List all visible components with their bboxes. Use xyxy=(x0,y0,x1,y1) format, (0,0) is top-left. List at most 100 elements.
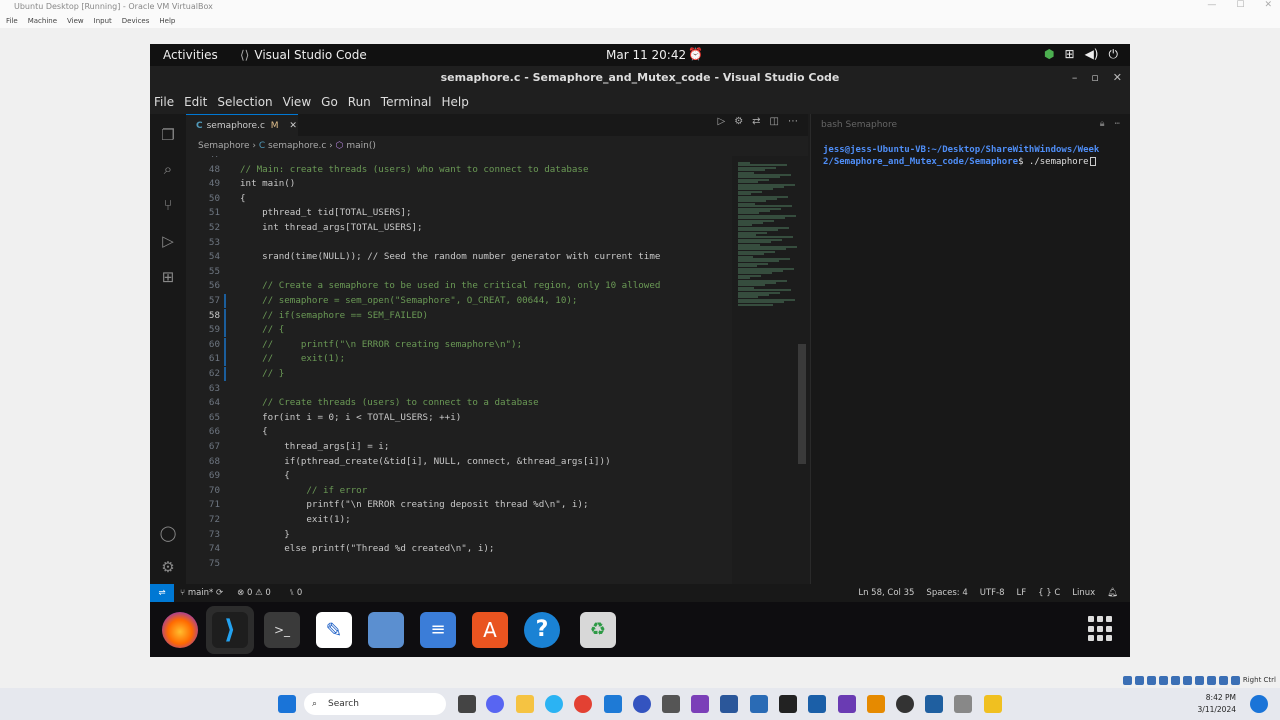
code-line[interactable]: 55 xyxy=(186,265,732,280)
focused-app-label[interactable]: ⟨⟩ Visual Studio Code xyxy=(240,48,367,62)
ports-status[interactable]: ⑊ 0 xyxy=(285,584,302,602)
optical-icon[interactable] xyxy=(1134,675,1144,685)
code-line[interactable]: 47 xyxy=(186,156,732,163)
powershell-icon[interactable] xyxy=(808,695,826,713)
trash-icon[interactable]: ♻ xyxy=(580,612,616,648)
notifications-icon[interactable]: 🔔︎ xyxy=(1107,584,1118,602)
taskbar-search[interactable]: ⌕ Search xyxy=(304,693,446,715)
cursor-position[interactable]: Ln 58, Col 35 xyxy=(858,584,914,602)
code-line[interactable]: 48 // Main: create threads (users) who wa… xyxy=(186,163,732,178)
code-line[interactable]: 60 // printf("\n ERROR creating semaphor… xyxy=(186,338,732,353)
menu-item-file[interactable]: File xyxy=(154,90,174,114)
code-line[interactable]: 64 // Create threads (users) to connect … xyxy=(186,396,732,411)
cmd-terminal-icon[interactable] xyxy=(779,695,797,713)
edge-icon[interactable] xyxy=(545,695,563,713)
disk-icon[interactable] xyxy=(1122,675,1132,685)
minimize-icon[interactable]: – xyxy=(1072,66,1078,90)
settings-icon[interactable] xyxy=(633,695,651,713)
terminal-panel[interactable]: bash Semaphore 🔒︎ ⋯ jess@jess-Ubuntu-VB:~… xyxy=(810,114,1130,584)
host-menu-item[interactable]: Input xyxy=(94,14,112,28)
extensions-icon[interactable]: ⊞ xyxy=(158,268,178,288)
display-icon[interactable] xyxy=(1194,675,1204,685)
system-tray[interactable]: ⬢ ⊞ ◀) ⏻ xyxy=(1044,47,1118,62)
code-line[interactable]: 73 } xyxy=(186,528,732,543)
app-center-icon[interactable]: A xyxy=(472,612,508,648)
code-line[interactable]: 61 // exit(1); xyxy=(186,352,732,367)
github-icon[interactable] xyxy=(896,695,914,713)
run-file-icon[interactable]: ▷ xyxy=(717,116,725,127)
mouse-icon[interactable] xyxy=(1230,675,1240,685)
menu-item-terminal[interactable]: Terminal xyxy=(381,90,432,114)
menu-item-go[interactable]: Go xyxy=(321,90,338,114)
notification-center-icon[interactable] xyxy=(1250,695,1268,713)
shared-folder-icon[interactable] xyxy=(1182,675,1192,685)
menu-item-edit[interactable]: Edit xyxy=(184,90,207,114)
files-icon[interactable] xyxy=(368,612,404,648)
maximize-icon[interactable]: ☐ xyxy=(1236,0,1244,10)
code-line[interactable]: 59 // { xyxy=(186,323,732,338)
code-line[interactable]: 75 xyxy=(186,557,732,572)
breadcrumb-file[interactable]: semaphore.c xyxy=(268,141,326,151)
vscode-taskbar-icon[interactable] xyxy=(604,695,622,713)
code-line[interactable]: 69 { xyxy=(186,469,732,484)
code-line[interactable]: 57 // semaphore = sem_open("Semaphore", … xyxy=(186,294,732,309)
notepad-icon[interactable] xyxy=(750,695,768,713)
explorer-icon[interactable]: ❐ xyxy=(158,126,178,146)
code-editor[interactable]: 4748 // Main: create threads (users) who … xyxy=(186,156,732,584)
menu-item-run[interactable]: Run xyxy=(348,90,371,114)
code-line[interactable]: 56 // Create a semaphore to be used in t… xyxy=(186,279,732,294)
minimap[interactable] xyxy=(732,156,808,584)
breadcrumb-symbol[interactable]: main() xyxy=(346,141,376,151)
taskbar-clock[interactable]: 8:42 PM 3/11/2024 xyxy=(1198,692,1236,716)
writer-icon[interactable]: ≡ xyxy=(420,612,456,648)
menu-item-view[interactable]: View xyxy=(283,90,311,114)
host-menu-item[interactable]: View xyxy=(67,14,84,28)
code-line[interactable]: 65 for(int i = 0; i < TOTAL_USERS; ++i) xyxy=(186,411,732,426)
terminal-icon[interactable]: >_ xyxy=(264,612,300,648)
activities-button[interactable]: Activities xyxy=(163,48,218,62)
virtual-machine-icon[interactable] xyxy=(954,695,972,713)
restore-icon[interactable]: ▫ xyxy=(1091,66,1098,90)
discord-icon[interactable] xyxy=(486,695,504,713)
code-line[interactable]: 74 else printf("Thread %d created\n", i)… xyxy=(186,542,732,557)
code-line[interactable]: 70 // if error xyxy=(186,484,732,499)
paint-icon[interactable] xyxy=(984,695,1002,713)
more-actions-icon[interactable]: ⋯ xyxy=(1115,119,1120,129)
vscode-icon[interactable]: ⟩ xyxy=(212,612,248,648)
code-line[interactable]: 54 srand(time(NULL)); // Seed the random… xyxy=(186,250,732,265)
task-view-icon[interactable] xyxy=(458,695,476,713)
file-explorer-icon[interactable] xyxy=(516,695,534,713)
code-line[interactable]: 49 int main() xyxy=(186,177,732,192)
problems-status[interactable]: ⊗ 0 ⚠ 0 xyxy=(237,584,271,602)
clock[interactable]: Mar 11 20:42 xyxy=(606,48,686,62)
code-line[interactable]: 67 thread_args[i] = i; xyxy=(186,440,732,455)
menu-item-selection[interactable]: Selection xyxy=(217,90,272,114)
code-line[interactable]: 58 // if(semaphore == SEM_FAILED) xyxy=(186,309,732,324)
tab-semaphore-c[interactable]: Csemaphore.c M ✕ xyxy=(186,114,298,136)
code-line[interactable]: 68 if(pthread_create(&tid[i], NULL, conn… xyxy=(186,455,732,470)
audio-icon[interactable] xyxy=(1146,675,1156,685)
branch-status[interactable]: ⑂ main* ⟳ xyxy=(180,584,223,602)
code-line[interactable]: 63 xyxy=(186,382,732,397)
text-editor-icon[interactable]: ✎ xyxy=(316,612,352,648)
code-line[interactable]: 53 xyxy=(186,236,732,251)
run-debug-icon[interactable]: ▷ xyxy=(158,232,178,252)
platform[interactable]: Linux xyxy=(1072,584,1095,602)
search-icon[interactable]: ⌕ xyxy=(158,160,178,180)
menu-item-help[interactable]: Help xyxy=(442,90,469,114)
editor-scrollbar[interactable] xyxy=(798,344,806,464)
encoding[interactable]: UTF-8 xyxy=(980,584,1005,602)
host-menu-item[interactable]: Machine xyxy=(28,14,57,28)
end-of-line[interactable]: LF xyxy=(1017,584,1027,602)
host-menu-item[interactable]: Help xyxy=(159,14,175,28)
code-line[interactable]: 72 exit(1); xyxy=(186,513,732,528)
close-icon[interactable]: ✕ xyxy=(1264,0,1272,10)
show-apps-grid-icon[interactable] xyxy=(1088,616,1114,642)
minimize-icon[interactable]: — xyxy=(1207,0,1216,10)
close-tab-icon[interactable]: ✕ xyxy=(289,121,297,131)
split-editor-icon[interactable]: ◫ xyxy=(770,116,779,127)
recording-icon[interactable] xyxy=(1206,675,1216,685)
terminal-tab[interactable]: bash Semaphore xyxy=(821,120,897,130)
gear-icon[interactable]: ⚙ xyxy=(734,116,743,127)
visual-studio-icon[interactable] xyxy=(838,695,856,713)
